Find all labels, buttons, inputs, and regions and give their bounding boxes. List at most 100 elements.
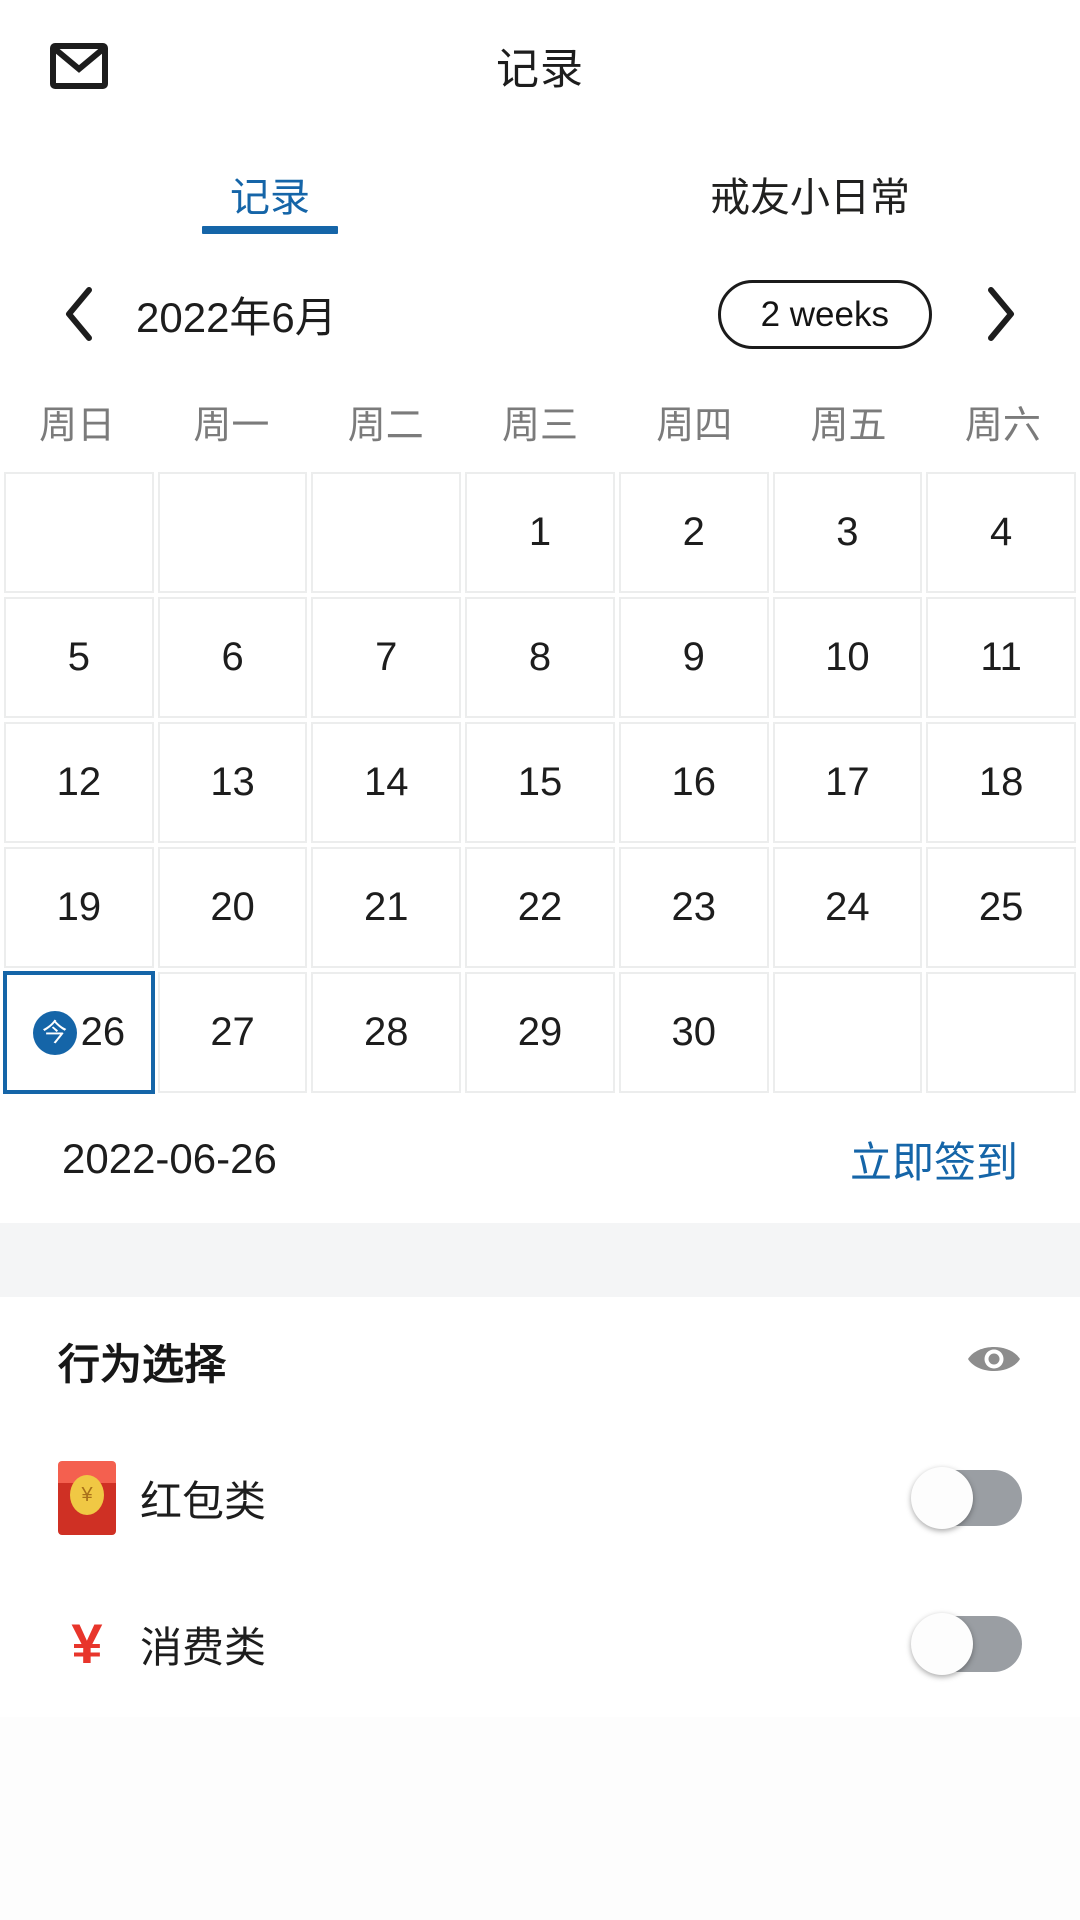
calendar-day-number: 6 [221, 635, 244, 679]
calendar-cell-empty [772, 972, 923, 1093]
calendar-cell[interactable]: 16 [618, 722, 769, 843]
calendar-cell[interactable]: 21 [311, 847, 462, 968]
weekday-label: 周五 [810, 404, 887, 447]
tab-bar: 记录 戒友小日常 [0, 132, 1080, 256]
calendar-day-number: 3 [836, 510, 859, 554]
calendar-cell[interactable]: 6 [157, 597, 308, 718]
calendar-day-number: 14 [364, 760, 409, 804]
calendar-cell[interactable]: 15 [465, 722, 615, 843]
calendar-cell[interactable]: 12 [4, 722, 154, 843]
calendar-cell[interactable]: 7 [311, 597, 462, 718]
tab-records-label: 记录 [230, 176, 310, 220]
calendar-day-number: 1 [528, 510, 552, 554]
mail-envelope-icon[interactable] [46, 33, 112, 99]
calendar-cell[interactable]: 4 [926, 472, 1076, 593]
calendar-cell[interactable]: 25 [926, 847, 1076, 968]
calendar-day-number: 29 [517, 1010, 563, 1054]
tab-community[interactable]: 戒友小日常 [540, 132, 1080, 256]
calendar-cell[interactable]: 8 [465, 597, 615, 718]
calendar-cell[interactable]: 24 [772, 847, 923, 968]
calendar-day-number: 23 [671, 885, 716, 929]
calendar-cell-empty [4, 472, 154, 593]
red-envelope-icon: ¥ [58, 1461, 116, 1535]
calendar-day-number: 5 [67, 635, 90, 679]
section-divider [0, 1223, 1080, 1297]
calendar-cell[interactable]: 28 [311, 972, 462, 1093]
calendar-cell[interactable]: 1 [465, 472, 615, 593]
calendar-cell[interactable]: 10 [772, 597, 923, 718]
selected-date-row: 2022-06-26 立即签到 [0, 1095, 1080, 1223]
calendar-day-number: 4 [990, 510, 1013, 554]
calendar-cell[interactable]: 20 [157, 847, 308, 968]
calendar-cell[interactable]: 13 [157, 722, 308, 843]
weekday-label: 周六 [964, 404, 1041, 447]
calendar-day-number: 2 [682, 510, 705, 554]
calendar-day-number: 9 [682, 635, 705, 679]
calendar-cell[interactable]: 14 [311, 722, 462, 843]
calendar-cell[interactable]: 29 [465, 972, 615, 1093]
calendar-cell[interactable]: 9 [618, 597, 769, 718]
calendar-day-number: 19 [56, 885, 102, 929]
calendar-cell[interactable]: 27 [157, 972, 308, 1093]
calendar-cell[interactable]: 3 [772, 472, 923, 593]
calendar-day-number: 10 [825, 635, 870, 679]
tab-active-indicator [202, 226, 338, 234]
calendar-day-number: 11 [980, 635, 1022, 679]
calendar-cell-empty [926, 972, 1076, 1093]
calendar-nav: 2022年6月 2 weeks [0, 256, 1080, 372]
calendar-day-number: 21 [364, 885, 409, 929]
page-title: 记录 [496, 46, 584, 94]
behavior-list: ¥ 红包类 ¥ 消费类 [0, 1425, 1080, 1717]
weekday-label: 周四 [656, 404, 733, 447]
calendar-cell[interactable]: 30 [618, 972, 769, 1093]
calendar-day-number: 22 [517, 885, 563, 929]
calendar-day-number: 7 [375, 635, 398, 679]
calendar-day-number: 8 [528, 635, 552, 679]
calendar-cell[interactable]: 19 [4, 847, 154, 968]
yuan-sign-icon: ¥ [71, 1612, 103, 1675]
calendar-grid: 1 2 3 4 5 6 7 8 9 10 11 12 13 14 15 16 17 18 19 20 21 22 23 24 2… [0, 470, 1080, 1095]
chevron-right-icon[interactable] [962, 275, 1040, 353]
calendar-cell[interactable]: 17 [772, 722, 923, 843]
calendar-cell[interactable]: 11 [926, 597, 1076, 718]
calendar-cell[interactable]: 今 26 [3, 971, 155, 1094]
weekday-header: 周日 周一 周二 周三 周四 周五 周六 [0, 372, 1080, 470]
coin-glyph: ¥ [70, 1475, 104, 1515]
weekday-label: 周一 [193, 404, 270, 447]
calendar-cell-empty [311, 472, 462, 593]
calendar-day-number: 18 [978, 760, 1024, 804]
range-toggle-button[interactable]: 2 weeks [717, 279, 932, 349]
calendar-day-number: 16 [671, 760, 716, 804]
calendar-day-number: 15 [517, 760, 563, 804]
calendar-cell-empty [157, 472, 308, 593]
toggle-switch[interactable] [911, 1613, 1022, 1675]
calendar-cell[interactable]: 23 [618, 847, 769, 968]
weekday-label: 周日 [39, 404, 116, 447]
toggle-knob [911, 1467, 973, 1529]
calendar-day-number: 17 [825, 760, 870, 804]
calendar-day-number: 27 [210, 1010, 255, 1054]
calendar-day-number: 12 [56, 760, 102, 804]
month-label: 2022年6月 [136, 293, 337, 341]
eye-icon[interactable] [966, 1340, 1022, 1383]
calendar-cell[interactable]: 5 [4, 597, 154, 718]
calendar-cell[interactable]: 18 [926, 722, 1076, 843]
selected-date-text: 2022-06-26 [62, 1135, 277, 1182]
calendar-day-number: 20 [210, 885, 255, 929]
chevron-left-icon[interactable] [40, 275, 118, 353]
list-item-label: 红包类 [140, 1477, 267, 1525]
list-item[interactable]: ¥ 消费类 [0, 1571, 1080, 1717]
calendar-day-number: 13 [210, 760, 255, 804]
list-item[interactable]: ¥ 红包类 [0, 1425, 1080, 1571]
toggle-switch[interactable] [911, 1467, 1022, 1529]
calendar-day-number: 24 [825, 885, 870, 929]
weekday-label: 周二 [347, 404, 424, 447]
calendar-day-number: 30 [671, 1010, 716, 1054]
checkin-button[interactable]: 立即签到 [850, 1129, 1018, 1190]
tab-records[interactable]: 记录 [0, 132, 540, 256]
calendar-cell[interactable]: 22 [465, 847, 615, 968]
tab-community-label: 戒友小日常 [710, 176, 910, 220]
today-cell-content: 今 26 [32, 1010, 125, 1055]
calendar-cell[interactable]: 2 [618, 472, 769, 593]
behavior-section-header: 行为选择 [0, 1297, 1080, 1425]
